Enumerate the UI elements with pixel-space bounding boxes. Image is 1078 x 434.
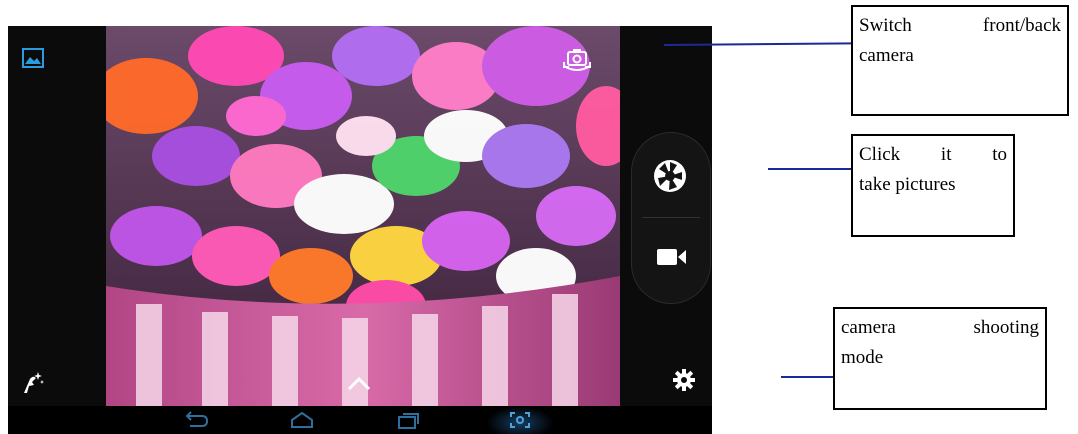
screenshot-icon[interactable]	[506, 410, 534, 430]
leader-line-switch-camera	[663, 42, 853, 46]
callout-shooting-mode-line2: mode	[841, 347, 884, 368]
callout-switch-camera-line2: camera	[859, 45, 914, 66]
navigation-bar	[8, 406, 712, 434]
recent-apps-icon[interactable]	[394, 410, 422, 430]
callout-switch-camera-line1: Switch front/back	[859, 15, 1061, 36]
video-camera-icon[interactable]	[648, 237, 694, 277]
effects-icon[interactable]	[20, 369, 46, 395]
leader-line-take-picture	[768, 168, 852, 170]
callout-take-picture: Click it to take pictures	[851, 134, 1015, 237]
callout-shooting-mode-line1: camera shooting	[841, 317, 1039, 338]
callout-shooting-mode: camera shooting mode	[833, 307, 1047, 410]
viewfinder-preview-image	[106, 26, 620, 406]
panel-divider	[642, 217, 700, 218]
capture-controls-panel	[631, 132, 711, 304]
camera-screen	[8, 26, 712, 434]
leader-line-shooting-mode	[781, 376, 834, 378]
home-icon[interactable]	[288, 410, 316, 430]
back-icon[interactable]	[182, 410, 210, 430]
callout-switch-camera: Switch front/back camera	[851, 5, 1069, 116]
gallery-icon[interactable]	[22, 48, 44, 68]
switch-camera-icon[interactable]	[561, 48, 593, 74]
callout-take-picture-line2: take pictures	[859, 174, 956, 195]
callout-take-picture-line1: Click it to	[859, 144, 1007, 165]
gear-icon[interactable]	[672, 368, 696, 392]
camera-viewfinder[interactable]	[106, 26, 620, 406]
shutter-icon[interactable]	[647, 153, 693, 199]
chevron-up-icon[interactable]	[346, 374, 372, 392]
